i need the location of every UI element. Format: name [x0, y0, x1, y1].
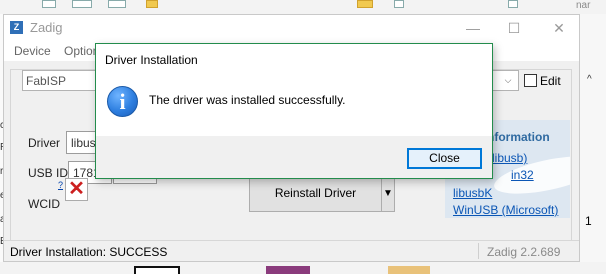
thumbnail-icon [134, 266, 180, 274]
folder-icon [146, 0, 158, 8]
dialog-message: The driver was installed successfully. [149, 93, 346, 107]
wcid-label: WCID [28, 197, 60, 211]
info-link-winusb[interactable]: WinUSB (Microsoft) [453, 203, 558, 217]
info-icon: i [107, 86, 138, 117]
dialog-footer: Close [96, 136, 492, 178]
dialog-title: Driver Installation [105, 53, 198, 67]
usb-id-label: USB ID [28, 166, 69, 180]
window-icon [72, 0, 92, 8]
info-link-libusb[interactable]: (libusb) [488, 151, 527, 165]
right-digit: 1 [585, 214, 592, 228]
menu-device[interactable]: Device [14, 44, 51, 58]
close-button[interactable]: Close [407, 148, 482, 169]
thumbnail-icon [388, 266, 430, 274]
close-window-button[interactable]: ✕ [544, 18, 574, 38]
window-title: Zadig [30, 20, 63, 35]
file-icon [508, 0, 518, 8]
minimize-button[interactable]: — [458, 18, 488, 38]
status-text: Driver Installation: SUCCESS [10, 245, 168, 259]
desktop-top-strip: nar [0, 0, 606, 14]
information-title: nformation [487, 130, 550, 144]
info-link-libusbk[interactable]: libusbK [453, 186, 492, 200]
chevron-down-icon[interactable]: ⌵ [500, 72, 516, 89]
desktop-right-strip: ^ 1 [580, 14, 606, 274]
wcid-status-x-icon: ✕ [65, 178, 88, 201]
folder-icon [357, 0, 373, 8]
chevron-up-icon: ^ [587, 74, 592, 85]
zadig-app-icon: Z [10, 21, 23, 34]
reinstall-driver-label: Reinstall Driver [274, 186, 357, 200]
info-link-libusb-win32[interactable]: in32 [511, 168, 534, 182]
driver-installation-dialog: Driver Installation i The driver was ins… [95, 43, 493, 179]
driver-action-dropdown-arrow[interactable]: ▼ [381, 175, 395, 212]
edit-checkbox[interactable] [524, 74, 537, 87]
document-icon [394, 0, 404, 8]
wcid-help-link[interactable]: ? [58, 180, 63, 190]
desktop-bottom-strip [0, 262, 606, 274]
version-label: Zadig 2.2.689 [487, 245, 561, 259]
file-icon [42, 0, 56, 8]
status-bar: Driver Installation: SUCCESS Zadig 2.2.6… [4, 240, 579, 260]
reinstall-driver-button[interactable]: Reinstall Driver [249, 175, 382, 212]
maximize-button[interactable]: ☐ [499, 18, 529, 38]
driver-label: Driver [28, 136, 60, 150]
thumbnail-icon [266, 266, 310, 274]
edit-label: Edit [540, 74, 561, 88]
status-divider [478, 243, 479, 259]
ribbon-label: nar [576, 0, 591, 11]
title-bar: Z Zadig — ☐ ✕ [4, 15, 579, 41]
device-dropdown-value: FabISP [26, 74, 67, 88]
image-icon [108, 0, 126, 8]
